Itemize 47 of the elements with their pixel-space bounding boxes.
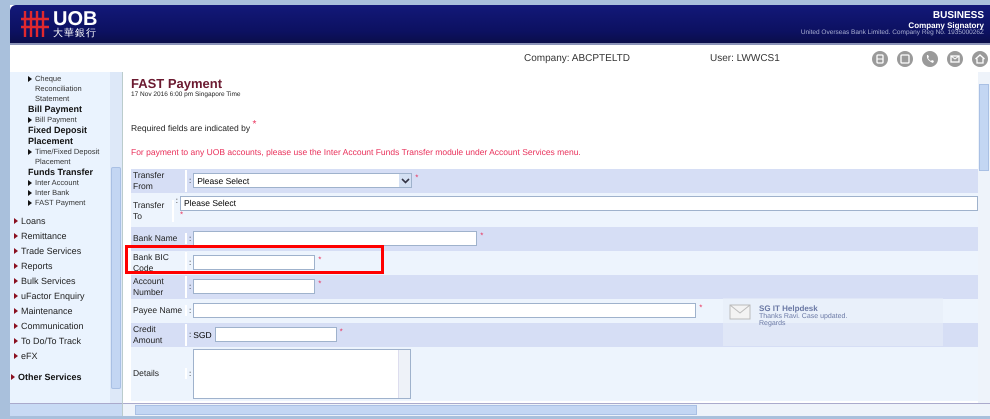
field-label: Bank Name <box>131 233 187 244</box>
required-note: Required fields are indicated by <box>131 122 250 133</box>
menu-heading: Bill Payment <box>28 104 82 115</box>
dropdown-field[interactable]: Please Select <box>193 173 412 188</box>
user-label: User: LWWCS1 <box>710 53 780 64</box>
colon-text: : <box>188 258 192 268</box>
field-label: Details <box>131 368 187 380</box>
required-mark: * <box>699 303 702 312</box>
logo-chinese-text: 大華銀行 <box>53 29 98 39</box>
menu-heading: Funds Transfer <box>28 167 94 178</box>
menu-heading: Fixed Deposit Placement <box>28 125 88 147</box>
required-mark: * <box>318 255 322 264</box>
colon-text: : <box>188 176 192 186</box>
required-mark: * <box>415 173 418 182</box>
field-label: Transfer To <box>131 200 174 222</box>
menu-link[interactable]: Loans <box>21 214 46 229</box>
required-mark: * <box>318 279 322 288</box>
input-field[interactable]: Please Select <box>180 196 978 211</box>
menu-link[interactable]: uFactor Enquiry <box>21 289 85 304</box>
notification-sender: SG IT Helpdesk <box>759 304 819 313</box>
product-name: BUSINESS <box>932 11 984 22</box>
page-title: FAST Payment <box>131 76 224 91</box>
menu-link[interactable]: Remittance <box>21 229 67 244</box>
colon-text: : <box>174 196 179 205</box>
colon-text: : <box>188 330 192 340</box>
user-role: Company Signatory <box>908 22 984 30</box>
logo-text: UOB <box>53 9 98 29</box>
field-label: Payee Name <box>131 305 187 316</box>
colon-text: : <box>188 282 192 292</box>
menu-link[interactable]: Other Services <box>18 370 82 385</box>
menu-link[interactable]: Trade Services <box>21 244 82 259</box>
menu-link[interactable]: Communication <box>21 319 84 334</box>
required-mark: * <box>480 231 484 240</box>
currency-text: SGD <box>193 330 212 340</box>
colon-text: : <box>188 234 192 244</box>
menu-link[interactable]: eFX <box>21 349 38 364</box>
menu-link[interactable]: Maintenance <box>21 304 73 319</box>
required-mark: * <box>340 327 343 336</box>
colon-text: : <box>188 369 192 378</box>
required-mark: * <box>252 119 256 130</box>
company-label: Company: ABCPTELTD <box>524 53 630 64</box>
menu-link[interactable]: To Do/To Track <box>21 334 82 349</box>
required-mark: * <box>180 210 184 219</box>
menu-link[interactable]: Reports <box>21 259 53 274</box>
colon-text: : <box>188 306 192 316</box>
notice-text: For payment to any UOB accounts, please use the Inter Account Funds Transfer module under Account Services menu. <box>131 146 582 157</box>
menu-link[interactable]: Bulk Services <box>21 274 76 289</box>
